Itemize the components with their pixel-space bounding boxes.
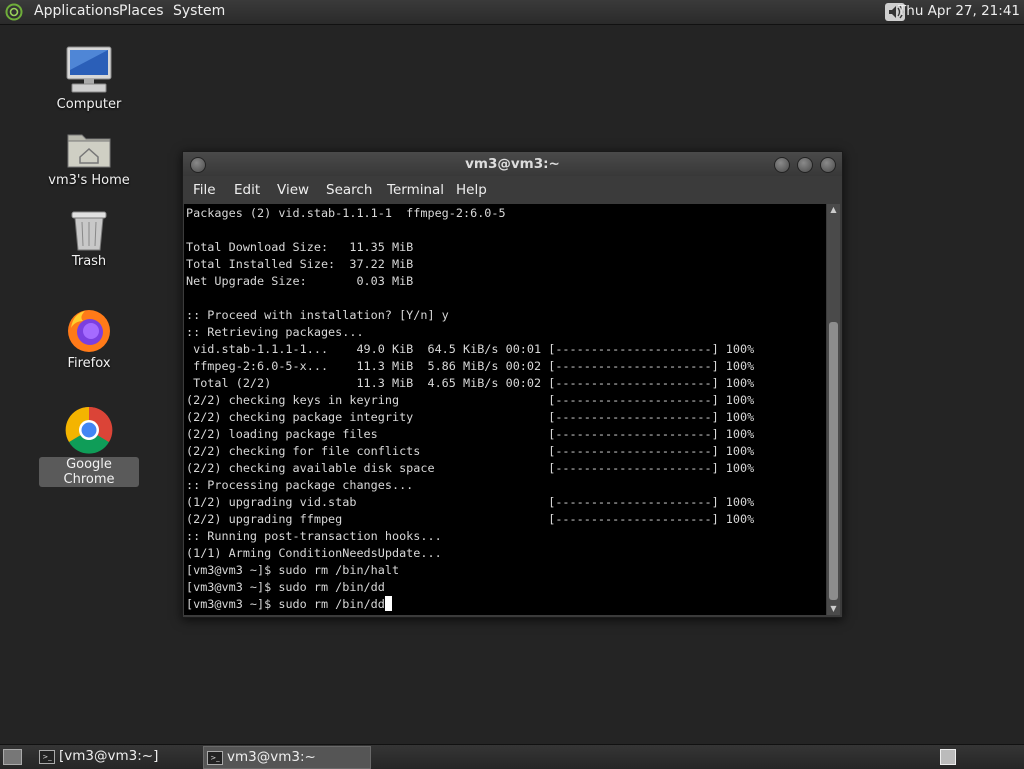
home-folder-icon	[67, 134, 111, 168]
scroll-thumb[interactable]	[829, 322, 838, 600]
terminal-line: Total Installed Size: 37.22 MiB	[186, 257, 414, 271]
close-button[interactable]	[820, 157, 836, 173]
terminal-history: Packages (2) vid.stab-1.1.1-1 ffmpeg-2:6…	[186, 206, 754, 594]
desktop-icon-label: Google Chrome	[39, 457, 139, 487]
desktop-icon-label: Firefox	[67, 356, 111, 371]
places-menu[interactable]: Places	[119, 3, 164, 19]
show-desktop-icon[interactable]	[3, 749, 22, 765]
terminal-line: Packages (2) vid.stab-1.1.1-1 ffmpeg-2:6…	[186, 206, 506, 220]
terminal-output[interactable]: Packages (2) vid.stab-1.1.1-1 ffmpeg-2:6…	[184, 204, 826, 615]
text-cursor	[384, 596, 392, 611]
desktop-icon-computer[interactable]: Computer	[39, 45, 139, 112]
scroll-down-arrow-icon[interactable]: ▼	[827, 603, 840, 615]
desktop-icon-home[interactable]: vm3's Home	[39, 127, 139, 188]
terminal-line: (1/2) upgrading vid.stab [--------------…	[186, 495, 755, 509]
window-title: vm3@vm3:~	[465, 156, 560, 172]
chrome-icon	[65, 406, 113, 454]
terminal-line: Total (2/2) 11.3 MiB 4.65 MiB/s 00:02 [-…	[193, 376, 755, 390]
desktop-icon-label: vm3's Home	[48, 173, 130, 188]
desktop-icon-label: Trash	[71, 254, 107, 269]
applications-menu[interactable]: Applications	[34, 3, 120, 19]
terminal-line: (2/2) loading package files [-----------…	[186, 427, 755, 441]
minimize-button[interactable]	[774, 157, 790, 173]
terminal-window[interactable]: vm3@vm3:~ File Edit View Search Terminal…	[182, 151, 843, 618]
firefox-icon	[68, 310, 110, 352]
terminal-icon: >_	[39, 750, 55, 764]
terminal-line: :: Processing package changes...	[186, 478, 414, 492]
menu-terminal[interactable]: Terminal	[387, 182, 444, 198]
window-titlebar[interactable]: vm3@vm3:~	[183, 152, 842, 176]
prompt: [vm3@vm3 ~]$	[186, 597, 279, 611]
terminal-line: :: Running post-transaction hooks...	[186, 529, 442, 543]
taskbar-item-label: [vm3@vm3:~]	[59, 748, 159, 764]
bottom-panel: >_ [vm3@vm3:~] >_ vm3@vm3:~	[0, 744, 1024, 769]
menu-view[interactable]: View	[277, 182, 309, 198]
trash-icon	[71, 211, 107, 251]
workspace-switcher[interactable]	[940, 749, 956, 765]
terminal-line: (2/2) checking package integrity [------…	[186, 410, 755, 424]
terminal-line: [vm3@vm3 ~]$ sudo rm /bin/dd	[186, 580, 385, 594]
terminal-menubar: File Edit View Search Terminal Help	[183, 177, 842, 203]
desktop-icon-label: Computer	[56, 97, 122, 112]
terminal-line: Net Upgrade Size: 0.03 MiB	[186, 274, 414, 288]
terminal-line: [vm3@vm3 ~]$ sudo rm /bin/halt	[186, 563, 400, 577]
command-input[interactable]: sudo rm /bin/dd	[278, 597, 385, 611]
gnome-foot-icon[interactable]	[5, 3, 23, 21]
desktop-icon-firefox[interactable]: Firefox	[39, 306, 139, 371]
system-menu[interactable]: System	[173, 3, 225, 19]
terminal-line: :: Retrieving packages...	[186, 325, 364, 339]
terminal-line: (2/2) upgrading ffmpeg [----------------…	[186, 512, 755, 526]
terminal-line: (2/2) checking for file conflicts [-----…	[186, 444, 755, 458]
terminal-line: Total Download Size: 11.35 MiB	[186, 240, 414, 254]
vertical-scrollbar[interactable]: ▲ ▼	[827, 204, 840, 615]
clock[interactable]: Thu Apr 27, 21:41	[898, 3, 1020, 19]
taskbar-item[interactable]: >_ [vm3@vm3:~]	[36, 746, 196, 767]
terminal-line: (2/2) checking keys in keyring [--------…	[186, 393, 755, 407]
computer-icon	[66, 46, 112, 93]
maximize-button[interactable]	[797, 157, 813, 173]
menu-search[interactable]: Search	[326, 182, 372, 198]
terminal-line: (1/1) Arming ConditionNeedsUpdate...	[186, 546, 442, 560]
terminal-line: ffmpeg-2:6.0-5-x... 11.3 MiB 5.86 MiB/s …	[193, 359, 755, 373]
terminal-line: :: Proceed with installation? [Y/n] y	[186, 308, 449, 322]
terminal-line: (2/2) checking available disk space [---…	[186, 461, 755, 475]
menu-file[interactable]: File	[193, 182, 216, 198]
taskbar-item-label: vm3@vm3:~	[227, 749, 316, 765]
desktop-icon-trash[interactable]: Trash	[39, 208, 139, 269]
desktop-icon-chrome[interactable]: Google Chrome	[39, 405, 139, 487]
scroll-up-arrow-icon[interactable]: ▲	[827, 204, 840, 216]
menu-edit[interactable]: Edit	[234, 182, 260, 198]
menu-help[interactable]: Help	[456, 182, 487, 198]
terminal-line: vid.stab-1.1.1-1... 49.0 KiB 64.5 KiB/s …	[193, 342, 755, 356]
top-panel: Applications Places System Thu Apr 27, 2…	[0, 0, 1024, 25]
taskbar-item-active[interactable]: >_ vm3@vm3:~	[203, 746, 371, 769]
terminal-icon: >_	[207, 751, 223, 765]
